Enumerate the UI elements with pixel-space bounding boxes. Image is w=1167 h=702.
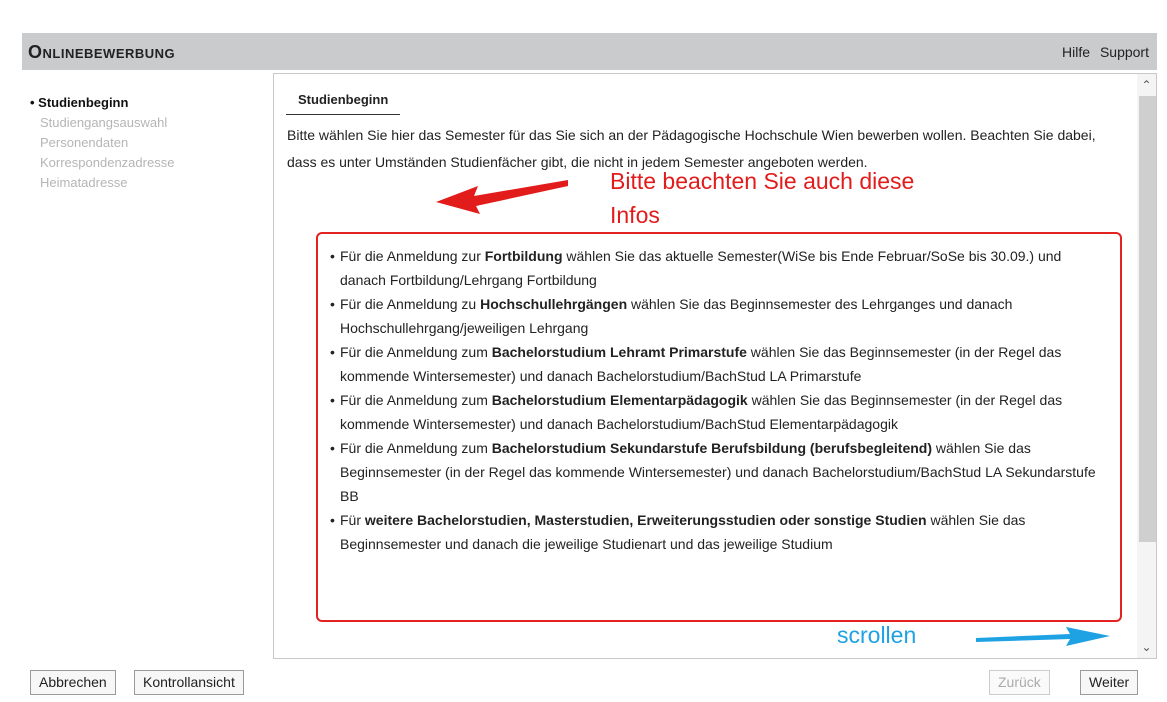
app-header: Onlinebewerbung Hilfe Support [22, 33, 1157, 70]
main-content-panel: Studienbeginn Bitte wählen Sie hier das … [273, 73, 1157, 659]
review-button[interactable]: Kontrollansicht [134, 670, 244, 695]
info-item: Für weitere Bachelorstudien, Masterstudi… [330, 508, 1106, 556]
sidebar-nav: Studienbeginn Studiengangsauswahl Person… [30, 93, 260, 193]
annotation-arrow-right [976, 627, 1110, 646]
annotation-scroll: scrollen [837, 622, 917, 648]
info-item: Für die Anmeldung zum Bachelorstudium El… [330, 388, 1106, 436]
sidebar-item-studiengangsauswahl: Studiengangsauswahl [40, 115, 168, 130]
annotation-arrow-left [436, 180, 568, 214]
sidebar-item-korrespondenzadresse: Korrespondenzadresse [40, 155, 175, 170]
cancel-button[interactable]: Abbrechen [30, 670, 116, 695]
chevron-down-icon[interactable]: ⌄ [1137, 636, 1156, 658]
vertical-scrollbar[interactable]: ⌃ ⌄ [1137, 74, 1156, 658]
scrollbar-thumb[interactable] [1139, 96, 1156, 542]
info-item: Für die Anmeldung zu Hochschullehrgängen… [330, 292, 1106, 340]
info-box: Für die Anmeldung zur Fortbildung wählen… [316, 232, 1122, 622]
next-button[interactable]: Weiter [1080, 670, 1139, 695]
info-item: Für die Anmeldung zum Bachelorstudium Se… [330, 436, 1106, 508]
info-item: Für die Anmeldung zum Bachelorstudium Le… [330, 340, 1106, 388]
info-item: Für die Anmeldung zur Fortbildung wählen… [330, 244, 1106, 292]
help-link[interactable]: Hilfe [1062, 44, 1090, 60]
support-link[interactable]: Support [1100, 44, 1149, 60]
chevron-up-icon[interactable]: ⌃ [1137, 74, 1156, 96]
sidebar-item-personendaten: Personendaten [40, 135, 129, 150]
info-list: Für die Anmeldung zur Fortbildung wählen… [330, 244, 1106, 556]
back-button[interactable]: Zurück [989, 670, 1050, 695]
annotation-notice: Bitte beachten Sie auch diese Infos [610, 168, 915, 228]
header-links: Hilfe Support [1056, 44, 1149, 60]
tab-studienbeginn[interactable]: Studienbeginn [286, 90, 401, 115]
sidebar-item-heimatadresse: Heimatadresse [40, 175, 128, 190]
app-title: Onlinebewerbung [28, 42, 176, 62]
sidebar-item-studienbeginn[interactable]: Studienbeginn [30, 93, 260, 113]
